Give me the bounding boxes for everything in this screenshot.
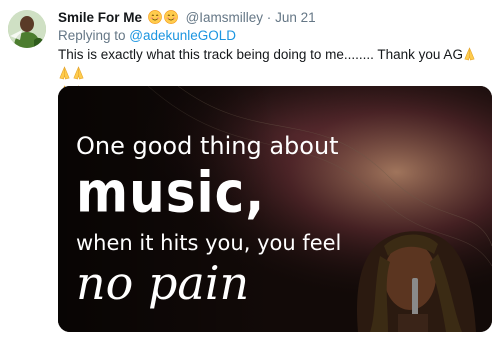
quote-line-2: music, (76, 160, 266, 225)
profile-photo (8, 10, 46, 48)
reply-prefix: Replying to (58, 28, 130, 43)
smiling-face-icon (163, 10, 178, 24)
tweet-image[interactable]: One good thing about music, when it hits… (58, 86, 492, 332)
reply-mention-link[interactable]: @adekunleGOLD (129, 28, 236, 43)
quote-line-4: no pain (76, 256, 250, 310)
reply-context: Replying to @adekunleGOLD (58, 27, 236, 45)
tweet-header: Smile For Me @Iamsmilley · Jun 21 (58, 9, 316, 27)
user-handle[interactable]: @Iamsmilley (186, 10, 263, 25)
avatar[interactable] (8, 10, 46, 48)
tweet-date[interactable]: Jun 21 (275, 10, 316, 25)
display-name[interactable]: Smile For Me (58, 10, 142, 25)
quote-line-1: One good thing about (76, 132, 339, 160)
folded-hands-icon (73, 66, 84, 80)
folded-hands-icon (464, 47, 475, 61)
folded-hands-icon (59, 66, 70, 80)
quote-line-3: when it hits you, you feel (76, 231, 342, 255)
tweet[interactable]: Smile For Me @Iamsmilley · Jun 21 Replyi… (0, 0, 500, 337)
separator: · (266, 10, 272, 25)
tweet-text-content: This is exactly what this track being do… (58, 47, 463, 62)
smiling-face-icon (147, 10, 162, 24)
